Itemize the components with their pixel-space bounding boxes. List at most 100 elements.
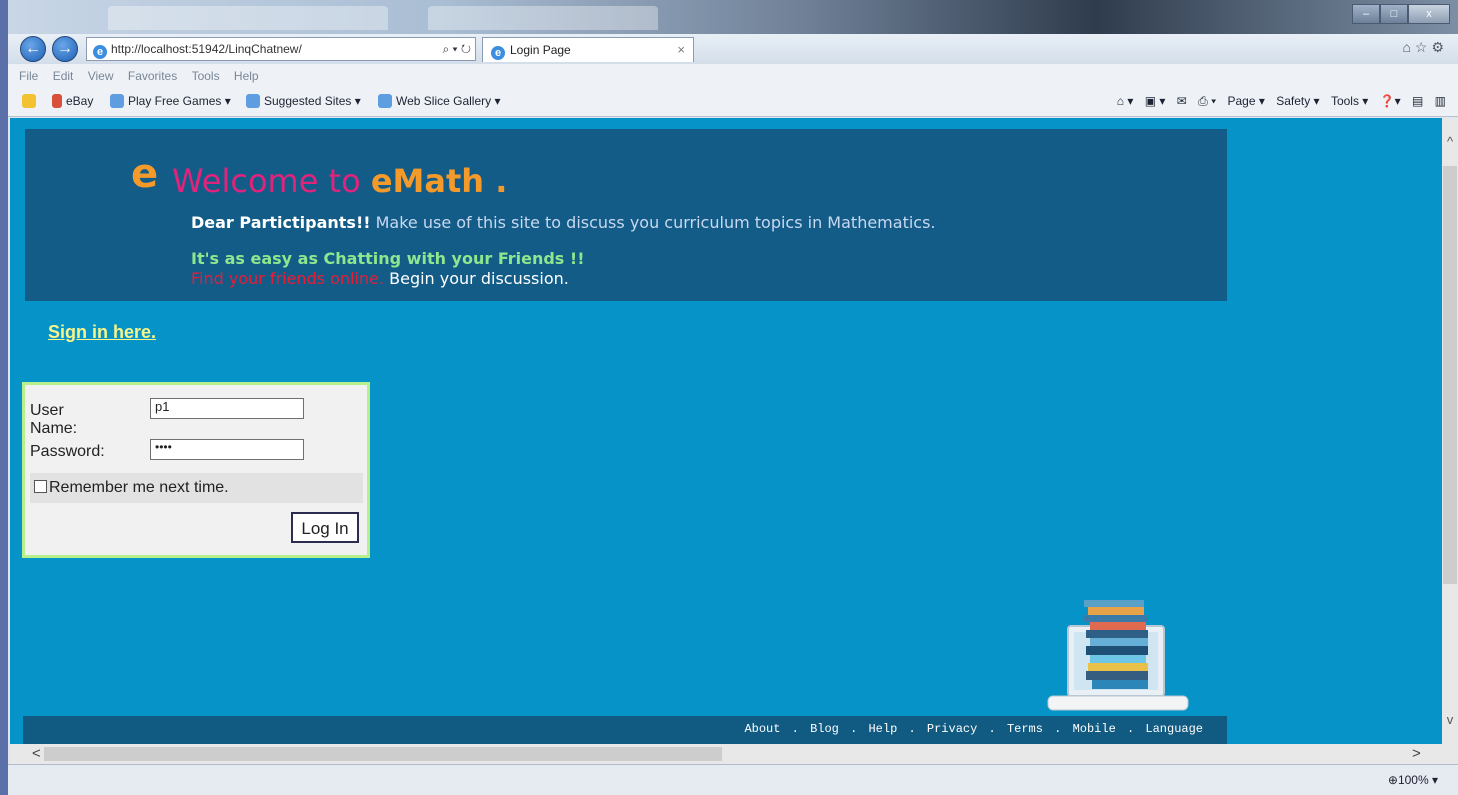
ie-page-icon	[110, 94, 124, 108]
vertical-scroll-thumb[interactable]	[1443, 166, 1457, 584]
laptop-books-illustration	[1047, 600, 1189, 711]
back-button[interactable]: ←	[20, 36, 46, 62]
favorite-label: Web Slice Gallery ▾	[396, 94, 501, 108]
password-label: Password:	[30, 443, 105, 460]
menu-tools[interactable]: Tools	[192, 64, 220, 88]
page-content: e Welcome to eMath . Dear Partictipants!…	[10, 118, 1442, 744]
vertical-scrollbar[interactable]: ^ v	[1442, 118, 1458, 744]
footer-separator: .	[791, 722, 799, 736]
ie-tab-icon: e	[491, 46, 505, 60]
window-controls: – □ x	[1352, 4, 1450, 24]
log-in-button[interactable]: Log In	[291, 512, 359, 543]
zoom-level: 100%	[1397, 773, 1429, 787]
password-input[interactable]: ••••	[150, 439, 304, 460]
favorite-label: eBay	[66, 94, 94, 108]
menu-help[interactable]: Help	[234, 64, 259, 88]
favorite-label: Suggested Sites ▾	[264, 94, 361, 108]
safety-menu[interactable]: Safety ▾	[1276, 94, 1319, 108]
feeds-icon[interactable]: ▣ ▾	[1145, 94, 1166, 108]
menu-favorites[interactable]: Favorites	[128, 64, 177, 88]
close-window-button[interactable]: x	[1408, 4, 1450, 24]
scroll-left-icon[interactable]: <	[32, 745, 41, 762]
scroll-up-icon[interactable]: ^	[1442, 134, 1458, 149]
dear-label: Dear Partictipants!!	[191, 213, 371, 232]
find-line: Find your friends online. Begin your dis…	[191, 269, 569, 288]
footer-link-language[interactable]: Language	[1145, 722, 1203, 736]
easy-line: It's as easy as Chatting with your Frien…	[191, 249, 585, 268]
site-footer: About . Blog . Help . Privacy . Terms . …	[23, 716, 1227, 744]
zoom-control[interactable]: ⊕100% ▾	[1388, 773, 1438, 787]
remember-me-checkbox[interactable]	[34, 480, 47, 493]
welcome-brand: eMath .	[370, 162, 508, 200]
tab-title: Login Page	[510, 43, 571, 57]
addon-icon[interactable]: ▥	[1435, 94, 1446, 108]
remember-me-row: Remember me next time.	[30, 473, 363, 503]
forward-button[interactable]: →	[52, 36, 78, 62]
tab-login-page[interactable]: e Login Page ×	[482, 37, 694, 62]
ie-page-icon	[378, 94, 392, 108]
favorite-ebay[interactable]: eBay	[52, 94, 93, 108]
title-bar: – □ x	[8, 0, 1458, 34]
find-text: Find your friends online.	[191, 269, 385, 288]
favorite-suggested-sites[interactable]: Suggested Sites ▾	[246, 94, 361, 108]
favorite-label: Play Free Games ▾	[128, 94, 231, 108]
menu-view[interactable]: View	[88, 64, 114, 88]
horizontal-scrollbar[interactable]: < >	[10, 744, 1458, 764]
address-url: http://localhost:51942/LinqChatnew/	[111, 42, 302, 56]
sign-in-link[interactable]: Sign in here.	[48, 322, 156, 343]
welcome-title: Welcome to eMath .	[172, 162, 507, 200]
tools-menu[interactable]: Tools ▾	[1331, 94, 1368, 108]
footer-link-mobile[interactable]: Mobile	[1073, 722, 1116, 736]
command-bar: ⌂ ▾ ▣ ▾ ✉ ⎙ ▾ Page ▾ Safety ▾ Tools ▾ ❓▾…	[1109, 94, 1446, 109]
dear-text: Make use of this site to discuss you cur…	[370, 213, 936, 232]
favorites-bar: eBay Play Free Games ▾ Suggested Sites ▾…	[8, 88, 1458, 117]
minimize-button[interactable]: –	[1352, 4, 1380, 24]
horizontal-scroll-thumb[interactable]	[44, 747, 722, 761]
emath-logo-icon: e	[131, 151, 159, 197]
scroll-down-icon[interactable]: v	[1442, 712, 1458, 727]
username-input[interactable]: p1	[150, 398, 304, 419]
mail-icon[interactable]: ✉	[1177, 94, 1187, 108]
footer-link-terms[interactable]: Terms	[1007, 722, 1043, 736]
footer-separator: .	[1126, 722, 1135, 736]
ebay-icon	[52, 94, 62, 108]
maximize-button[interactable]: □	[1380, 4, 1408, 24]
page-menu[interactable]: Page ▾	[1227, 94, 1264, 108]
footer-link-about[interactable]: About	[744, 722, 780, 736]
home-icon[interactable]: ⌂ ▾	[1117, 94, 1134, 108]
address-bar[interactable]: e http://localhost:51942/LinqChatnew/ ⌕ ▾…	[86, 37, 476, 61]
scroll-right-icon[interactable]: >	[1412, 745, 1421, 762]
research-icon[interactable]: ▤	[1412, 94, 1423, 108]
menu-bar: File Edit View Favorites Tools Help	[8, 64, 1458, 88]
status-bar: ⊕100% ▾	[8, 764, 1458, 795]
favorite-web-slice-gallery[interactable]: Web Slice Gallery ▾	[378, 94, 501, 108]
footer-link-privacy[interactable]: Privacy	[927, 722, 977, 736]
ie-page-icon	[246, 94, 260, 108]
username-label: User Name:	[30, 402, 78, 437]
site-header: e Welcome to eMath . Dear Partictipants!…	[25, 129, 1227, 301]
footer-separator: .	[908, 722, 916, 736]
menu-edit[interactable]: Edit	[53, 64, 74, 88]
home-favorites-settings-icons[interactable]: ⌂☆⚙	[1402, 39, 1448, 56]
footer-separator: .	[850, 722, 858, 736]
footer-links: About . Blog . Help . Privacy . Terms . …	[742, 722, 1205, 736]
intro-line: Dear Partictipants!! Make use of this si…	[191, 213, 936, 232]
menu-file[interactable]: File	[19, 64, 38, 88]
footer-link-blog[interactable]: Blog	[810, 722, 839, 736]
favorites-star-icon[interactable]	[22, 94, 40, 108]
navigation-bar: ← → e http://localhost:51942/LinqChatnew/…	[8, 34, 1458, 65]
tab-close-icon[interactable]: ×	[677, 38, 685, 62]
print-icon[interactable]: ⎙ ▾	[1198, 94, 1216, 108]
browser-window: – □ x ← → e http://localhost:51942/LinqCh…	[8, 0, 1458, 795]
address-tools-icon[interactable]: ⌕ ▾ ↻	[442, 38, 471, 60]
favorite-play-free-games[interactable]: Play Free Games ▾	[110, 94, 231, 108]
background-tab[interactable]	[428, 6, 658, 30]
ie-page-icon: e	[93, 45, 107, 59]
welcome-prefix: Welcome to	[172, 162, 371, 200]
background-tab[interactable]	[108, 6, 388, 30]
help-icon[interactable]: ❓▾	[1380, 94, 1401, 108]
footer-separator: .	[1054, 722, 1062, 736]
footer-link-help[interactable]: Help	[868, 722, 897, 736]
login-form: User Name: p1 Password: •••• Remember me…	[22, 382, 370, 558]
begin-text: Begin your discussion.	[384, 269, 569, 288]
